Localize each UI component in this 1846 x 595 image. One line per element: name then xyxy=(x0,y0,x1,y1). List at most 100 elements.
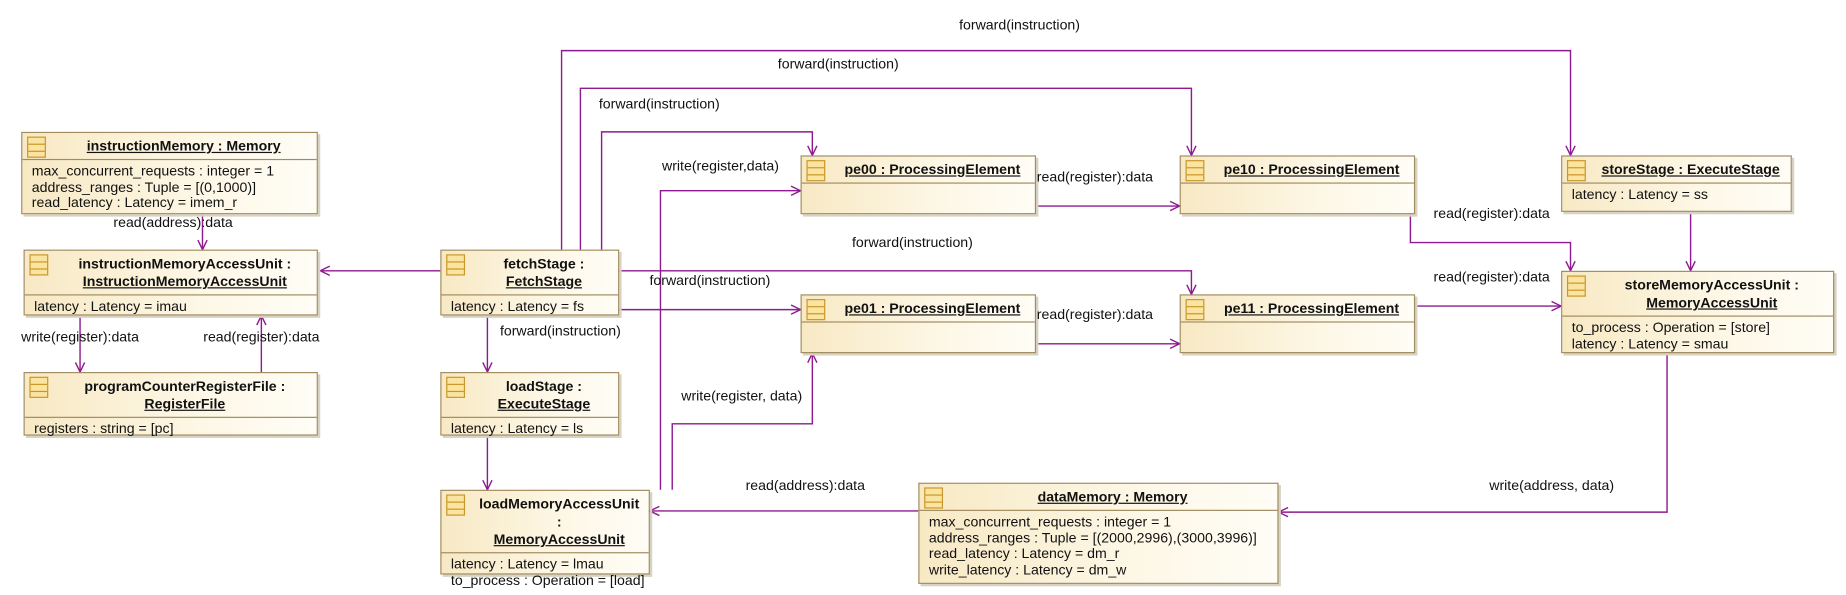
edge-dataMemory-to-loadMemoryAccessUnit[interactable] xyxy=(648,505,919,517)
edge-pe01-to-pe11[interactable] xyxy=(1036,338,1182,350)
object-type-line: RegisterFile xyxy=(144,395,226,413)
object-storeStage[interactable]: storeStage : ExecuteStage latency : Laten… xyxy=(1561,155,1792,212)
object-icon xyxy=(1185,160,1205,182)
attribute: address_ranges : Tuple = [(2000,2996),(3… xyxy=(928,529,1257,546)
object-header: storeStage : ExecuteStage xyxy=(1562,157,1791,184)
object-pe11[interactable]: pe11 : ProcessingElement xyxy=(1179,294,1416,354)
attribute-compartment: to_process : Operation = [store] latency … xyxy=(1562,317,1833,356)
edge-fetchStage-to-loadStage[interactable] xyxy=(482,315,493,374)
object-header: loadStage : ExecuteStage xyxy=(441,373,619,418)
object-dataMemory[interactable]: dataMemory : Memory max_concurrent_reques… xyxy=(918,482,1279,584)
object-name-line: programCounterRegisterFile : xyxy=(84,377,286,395)
attribute: latency : Latency = lmau xyxy=(450,555,604,573)
object-header: programCounterRegisterFile : RegisterFile xyxy=(24,373,317,418)
edge-label: read(register):data xyxy=(1433,204,1550,222)
edge-pe10-to-storeMemoryAccessUnit[interactable] xyxy=(1409,214,1576,273)
edge-fetchStage-to-pe01[interactable] xyxy=(619,304,803,315)
edge-label: read(register):data xyxy=(1433,268,1550,285)
object-type-line: FetchStage xyxy=(505,273,582,290)
object-programCounterRegisterFile[interactable]: programCounterRegisterFile : RegisterFile… xyxy=(23,372,318,436)
edge-pe00-to-pe10[interactable] xyxy=(1036,200,1182,212)
object-name-line: dataMemory : Memory xyxy=(1037,488,1188,506)
object-name-line: fetchStage : xyxy=(503,255,585,272)
attribute: registers : string = [pc] xyxy=(34,420,174,437)
attribute-compartment: registers : string = [pc] xyxy=(25,418,317,441)
edge-label: read(register):data xyxy=(1036,168,1153,185)
object-icon xyxy=(1566,160,1586,182)
object-header: pe01 : ProcessingElement xyxy=(801,296,1035,323)
edge-fetchStage-to-storeStage[interactable] xyxy=(560,49,1576,250)
edge-loadMemoryAccessUnit-to-pe01[interactable] xyxy=(671,351,818,490)
edge-pe11-to-storeMemoryAccessUnit[interactable] xyxy=(1415,300,1563,312)
object-name-line: pe01 : ProcessingElement xyxy=(844,300,1021,317)
attribute: address_ranges : Tuple = [(0,1000)] xyxy=(31,178,257,195)
attribute-compartment xyxy=(802,323,1035,330)
object-pe01[interactable]: pe01 : ProcessingElement xyxy=(800,294,1037,354)
edge-label: forward(instruction) xyxy=(499,322,621,340)
attribute-compartment: max_concurrent_requests : integer = 1 add… xyxy=(919,511,1277,582)
edge-label: forward(instruction) xyxy=(598,95,720,112)
edge-label: read(address):data xyxy=(745,476,865,494)
edge-label: write(register,data) xyxy=(662,157,780,175)
object-instructionMemory[interactable]: instructionMemory : Memory max_concurrent… xyxy=(21,131,318,215)
object-icon xyxy=(446,494,466,516)
attribute: latency : Latency = smau xyxy=(1571,334,1729,352)
object-loadMemoryAccessUnit[interactable]: loadMemoryAccessUnit : MemoryAccessUnit la… xyxy=(440,489,650,587)
object-header: instructionMemoryAccessUnit : Instruction… xyxy=(24,251,317,296)
object-header: fetchStage : FetchStage xyxy=(441,251,619,296)
object-name-line: loadMemoryAccessUnit : xyxy=(479,495,640,530)
edge-label: forward(instruction) xyxy=(851,234,973,251)
edge-loadMemoryAccessUnit-to-pe00[interactable] xyxy=(659,185,803,490)
object-type-line: InstructionMemoryAccessUnit xyxy=(82,273,287,290)
edge-label: read(register):data xyxy=(1036,306,1153,323)
edge-fetchStage-to-instructionMemoryAccessUnit[interactable] xyxy=(318,265,441,277)
object-fetchStage[interactable]: fetchStage : FetchStage latency : Latency … xyxy=(440,249,620,319)
attribute: max_concurrent_requests : integer = 1 xyxy=(928,513,1172,530)
object-loadStage[interactable]: loadStage : ExecuteStage latency : Latency… xyxy=(440,372,620,436)
attribute: write_latency : Latency = dm_w xyxy=(928,560,1127,578)
object-header: storeMemoryAccessUnit : MemoryAccessUnit xyxy=(1562,272,1834,317)
attribute-compartment: latency : Latency = lmau to_process : Ope… xyxy=(441,553,648,592)
object-name-line: instructionMemoryAccessUnit : xyxy=(78,255,292,272)
edge-label: forward(instruction) xyxy=(777,55,899,72)
attribute: latency : Latency = fs xyxy=(450,297,585,315)
edge-label: forward(instruction) xyxy=(649,271,771,289)
object-icon xyxy=(29,376,49,398)
object-header: pe11 : ProcessingElement xyxy=(1180,296,1414,323)
object-name-line: storeMemoryAccessUnit : xyxy=(1624,276,1799,294)
attribute: latency : Latency = ss xyxy=(1571,186,1708,203)
object-storeMemoryAccessUnit[interactable]: storeMemoryAccessUnit : MemoryAccessUnit t… xyxy=(1561,270,1835,356)
object-pe10[interactable]: pe10 : ProcessingElement xyxy=(1179,155,1416,215)
object-diagram: instructionMemory : Memory max_concurrent… xyxy=(0,0,1846,595)
object-icon xyxy=(924,487,944,509)
edge-line xyxy=(560,49,1572,250)
attribute-compartment: latency : Latency = ss xyxy=(1562,184,1790,207)
object-icon xyxy=(29,254,49,276)
object-icon xyxy=(806,299,826,321)
edge-label: read(register):data xyxy=(203,328,320,345)
edge-storeStage-to-storeMemoryAccessUnit[interactable] xyxy=(1685,211,1696,273)
attribute-compartment: max_concurrent_requests : integer = 1 add… xyxy=(22,160,316,215)
object-icon xyxy=(446,254,466,276)
attribute-compartment: latency : Latency = ls xyxy=(441,418,618,441)
attribute-compartment xyxy=(1181,184,1414,191)
object-instructionMemoryAccessUnit[interactable]: instructionMemoryAccessUnit : Instruction… xyxy=(23,249,318,316)
object-header: loadMemoryAccessUnit : MemoryAccessUnit xyxy=(441,491,649,554)
attribute: to_process : Operation = [store] xyxy=(1571,319,1770,336)
object-type-line: MemoryAccessUnit xyxy=(1646,294,1778,311)
edge-loadStage-to-loadMemoryAccessUnit[interactable] xyxy=(482,435,493,492)
object-type-line: ExecuteStage xyxy=(497,395,591,413)
object-icon xyxy=(27,136,46,158)
object-name-line: loadStage : xyxy=(505,377,582,395)
object-pe00[interactable]: pe00 : ProcessingElement xyxy=(800,155,1037,215)
attribute-compartment: latency : Latency = fs xyxy=(441,296,618,319)
object-icon xyxy=(1185,299,1205,321)
attribute: max_concurrent_requests : integer = 1 xyxy=(31,162,275,179)
edge-line xyxy=(671,353,814,490)
object-name-line: pe00 : ProcessingElement xyxy=(844,161,1021,178)
object-name-line: storeStage : ExecuteStage xyxy=(1601,161,1780,178)
attribute: latency : Latency = imau xyxy=(34,297,187,315)
edge-label: forward(instruction) xyxy=(959,16,1080,33)
object-name-line: instructionMemory : Memory xyxy=(86,137,281,155)
object-name-line: pe10 : ProcessingElement xyxy=(1223,161,1400,178)
